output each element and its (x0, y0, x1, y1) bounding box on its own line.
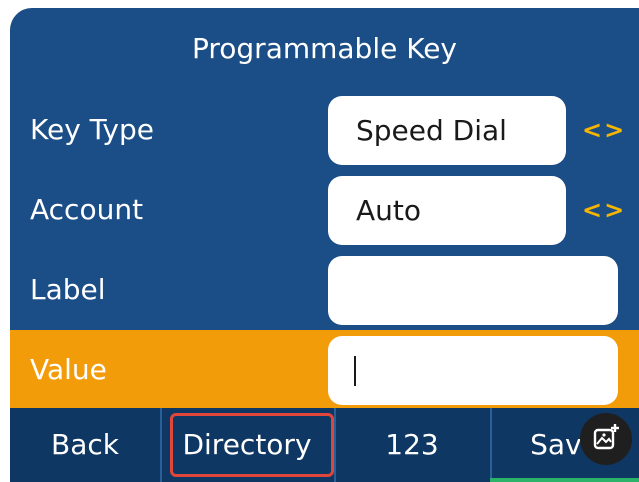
row-account[interactable]: Account Auto <> (10, 170, 639, 250)
key-type-select[interactable]: Speed Dial (328, 96, 566, 165)
page-title: Programmable Key (191, 32, 457, 65)
text-cursor (354, 356, 356, 386)
screenshot-edit-button[interactable] (580, 413, 632, 465)
label-input[interactable] (328, 256, 618, 325)
key-type-label: Key Type (30, 113, 154, 146)
phone-screen: Programmable Key Key Type Speed Dial <> … (10, 8, 639, 482)
row-value[interactable]: Value (10, 330, 639, 410)
back-softkey[interactable]: Back (10, 408, 160, 482)
value-input[interactable] (328, 336, 618, 405)
account-select[interactable]: Auto (328, 176, 566, 245)
row-label[interactable]: Label (10, 250, 639, 330)
left-right-arrows-icon[interactable]: <> (582, 170, 626, 250)
screenshot-edit-icon (593, 424, 619, 450)
save-active-indicator (490, 478, 639, 482)
value-label: Value (30, 353, 107, 386)
row-key-type[interactable]: Key Type Speed Dial <> (10, 90, 639, 170)
left-right-arrows-icon[interactable]: <> (582, 90, 626, 170)
input-mode-softkey[interactable]: 123 (334, 408, 490, 482)
directory-highlight-box (170, 413, 334, 477)
label-label: Label (30, 273, 106, 306)
account-label: Account (30, 193, 144, 226)
